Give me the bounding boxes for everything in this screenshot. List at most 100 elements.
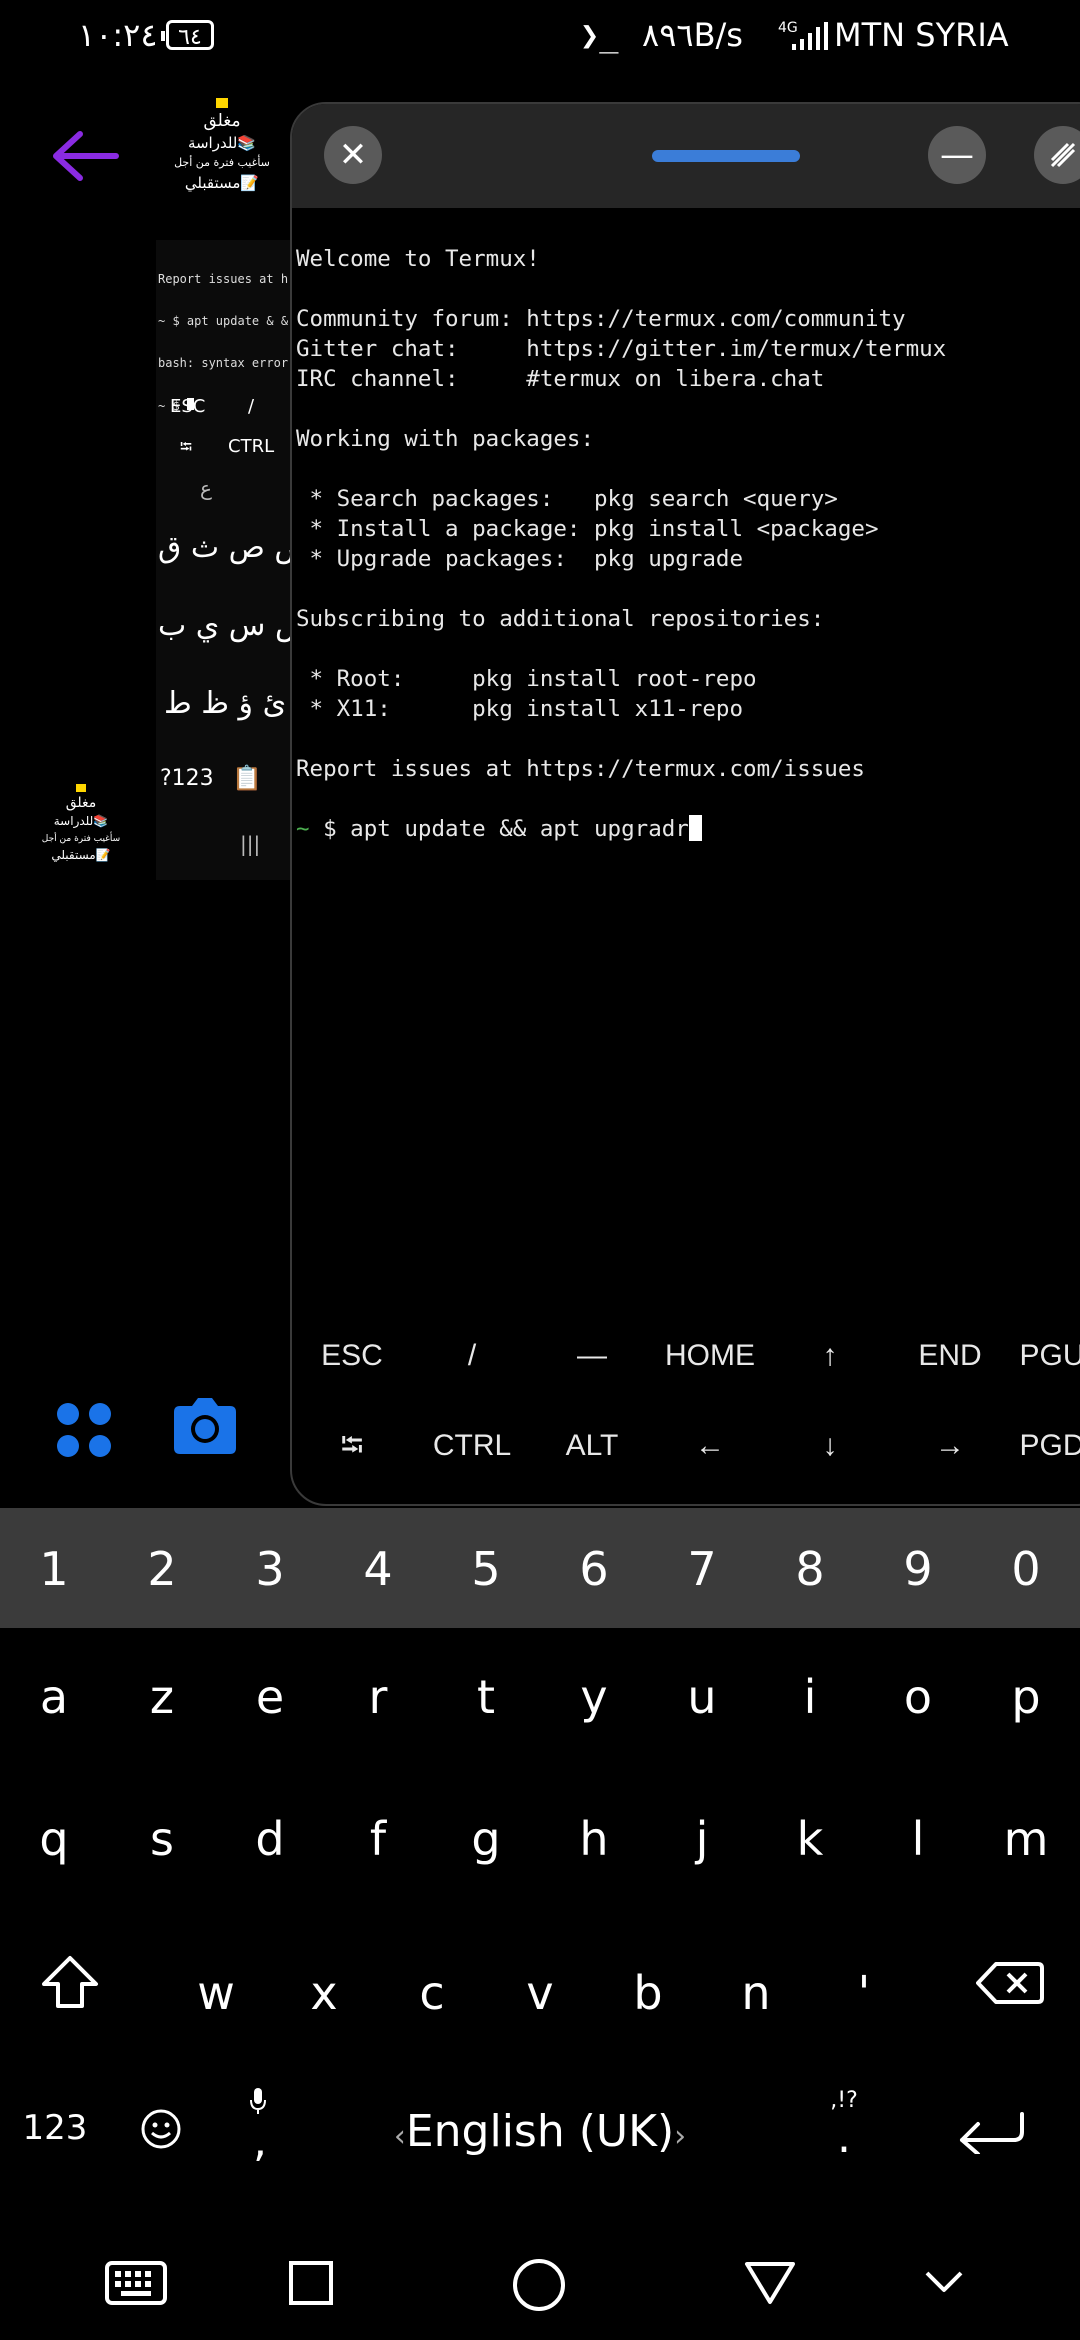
extra-key[interactable]: CTRL: [412, 1416, 532, 1476]
microphone-icon[interactable]: [248, 2086, 268, 2116]
letter-key[interactable]: u: [662, 1670, 742, 1724]
letter-row: qsdfghjklm: [0, 1800, 1080, 1900]
resize-window-button[interactable]: [1034, 126, 1080, 184]
letter-key[interactable]: h: [554, 1812, 634, 1866]
preview-key: ع: [200, 476, 212, 500]
letter-key[interactable]: o: [878, 1670, 958, 1724]
backspace-key[interactable]: [976, 1960, 1044, 2006]
preview-key-row: ش س ي ب: [158, 608, 312, 643]
extra-key[interactable]: ESC: [292, 1326, 412, 1386]
number-key[interactable]: 3: [230, 1542, 310, 1596]
letter-key[interactable]: ': [824, 1966, 904, 2020]
emoji-key[interactable]: [140, 2108, 182, 2150]
letter-key[interactable]: r: [338, 1670, 418, 1724]
extra-key[interactable]: PGU: [992, 1326, 1080, 1386]
number-key[interactable]: 2: [122, 1542, 202, 1596]
note-line: مغلق: [65, 795, 97, 811]
letter-key[interactable]: e: [230, 1670, 310, 1724]
preview-line: Report issues at h: [158, 272, 289, 286]
extra-key[interactable]: /: [412, 1326, 532, 1386]
letter-key[interactable]: p: [986, 1670, 1066, 1724]
preview-tab-key: ⭾: [180, 437, 193, 456]
comma-key[interactable]: ,: [240, 2116, 280, 2167]
number-key[interactable]: 4: [338, 1542, 418, 1596]
network-speed: ٨٩٦B/s: [642, 16, 743, 54]
number-key[interactable]: 6: [554, 1542, 634, 1596]
number-key[interactable]: 8: [770, 1542, 850, 1596]
resize-icon: [1050, 142, 1076, 168]
enter-key[interactable]: [956, 2110, 1028, 2154]
number-key[interactable]: 5: [446, 1542, 526, 1596]
number-key[interactable]: 1: [14, 1542, 94, 1596]
home-button[interactable]: [512, 2258, 566, 2312]
note-widget-small[interactable]: مغلق للدراسة📚 سأغيب فترة من أجل مستقبلي📝: [36, 784, 126, 874]
letter-key[interactable]: z: [122, 1670, 202, 1724]
close-window-button[interactable]: ✕: [324, 126, 382, 184]
letter-key[interactable]: x: [284, 1966, 364, 2020]
recents-icon: |||: [240, 832, 261, 856]
terminal-line: Working with packages:: [296, 426, 595, 452]
terminal-line: Welcome to Termux!: [296, 246, 540, 272]
terminal-line: * Search packages: pkg search <query>: [296, 486, 838, 512]
background-app-preview[interactable]: Report issues at h ~ $ apt update & & ba…: [156, 240, 312, 880]
letter-key[interactable]: b: [608, 1966, 688, 2020]
extra-key[interactable]: ←: [650, 1416, 770, 1476]
letter-key[interactable]: w: [176, 1966, 256, 2020]
letter-key[interactable]: l: [878, 1812, 958, 1866]
battery-icon: ٦٤: [161, 20, 214, 50]
note-widget[interactable]: مغلق للدراسة📚 سأغيب فترة من أجل مستقبلي📝: [172, 98, 272, 208]
back-arrow-icon[interactable]: [50, 128, 122, 184]
number-key[interactable]: 7: [662, 1542, 742, 1596]
hide-keyboard-icon[interactable]: [924, 2270, 964, 2294]
letter-key[interactable]: i: [770, 1670, 850, 1724]
space-bar[interactable]: ‹English (UK)›: [380, 2106, 700, 2166]
letter-key[interactable]: y: [554, 1670, 634, 1724]
symbols-key[interactable]: 123: [20, 2108, 90, 2148]
letter-key[interactable]: n: [716, 1966, 796, 2020]
app-drawer-icon[interactable]: [54, 1400, 114, 1460]
drag-handle[interactable]: [652, 150, 800, 162]
number-key[interactable]: 0: [986, 1542, 1066, 1596]
letter-key[interactable]: c: [392, 1966, 472, 2020]
extra-key[interactable]: ↑: [770, 1326, 890, 1386]
terminal-prompt-line[interactable]: ~ $ apt update && apt upgradr: [296, 814, 1080, 844]
terminal-output[interactable]: Welcome to Termux! Community forum: https…: [296, 244, 1080, 964]
letter-key[interactable]: g: [446, 1812, 526, 1866]
window-title-bar[interactable]: ✕ —: [292, 104, 1080, 208]
extra-key[interactable]: ⭾: [292, 1416, 412, 1476]
keyboard-toggle-icon[interactable]: [104, 2260, 168, 2306]
letter-key[interactable]: v: [500, 1966, 580, 2020]
period-key[interactable]: .: [824, 2112, 864, 2163]
preview-key-row: ض ص ث ق: [158, 530, 311, 565]
preview-symbols-key: ?123: [160, 766, 214, 791]
letter-key[interactable]: f: [338, 1812, 418, 1866]
letter-key[interactable]: m: [986, 1812, 1066, 1866]
minimize-window-button[interactable]: —: [928, 126, 986, 184]
number-key[interactable]: 9: [878, 1542, 958, 1596]
extra-key[interactable]: ↓: [770, 1416, 890, 1476]
soft-keyboard: 1234567890 azertyuiop qsdfghjklm w x c v b n '…: [0, 1508, 1080, 2238]
terminal-line: * Root: pkg install root-repo: [296, 666, 757, 692]
letter-key[interactable]: q: [14, 1812, 94, 1866]
extra-key[interactable]: PGD: [992, 1416, 1080, 1476]
camera-icon[interactable]: [170, 1396, 240, 1456]
back-button[interactable]: [744, 2260, 796, 2306]
letter-key[interactable]: j: [662, 1812, 742, 1866]
terminal-line: IRC channel: #termux on libera.chat: [296, 366, 825, 392]
letter-key[interactable]: d: [230, 1812, 310, 1866]
termux-window[interactable]: ✕ — Welcome to Termux! Community forum: h…: [290, 102, 1080, 1506]
letter-key[interactable]: a: [14, 1670, 94, 1724]
extra-key[interactable]: —: [532, 1326, 652, 1386]
preview-slash-key: /: [248, 396, 255, 417]
letter-key[interactable]: t: [446, 1670, 526, 1724]
letter-key[interactable]: s: [122, 1812, 202, 1866]
preview-line: ~ $ apt update & &: [158, 314, 289, 328]
letter-key[interactable]: k: [770, 1812, 850, 1866]
preview-esc-key: ESC: [170, 396, 206, 417]
recents-button[interactable]: [288, 2260, 334, 2306]
extra-key[interactable]: ALT: [532, 1416, 652, 1476]
extra-key[interactable]: HOME: [650, 1326, 770, 1386]
